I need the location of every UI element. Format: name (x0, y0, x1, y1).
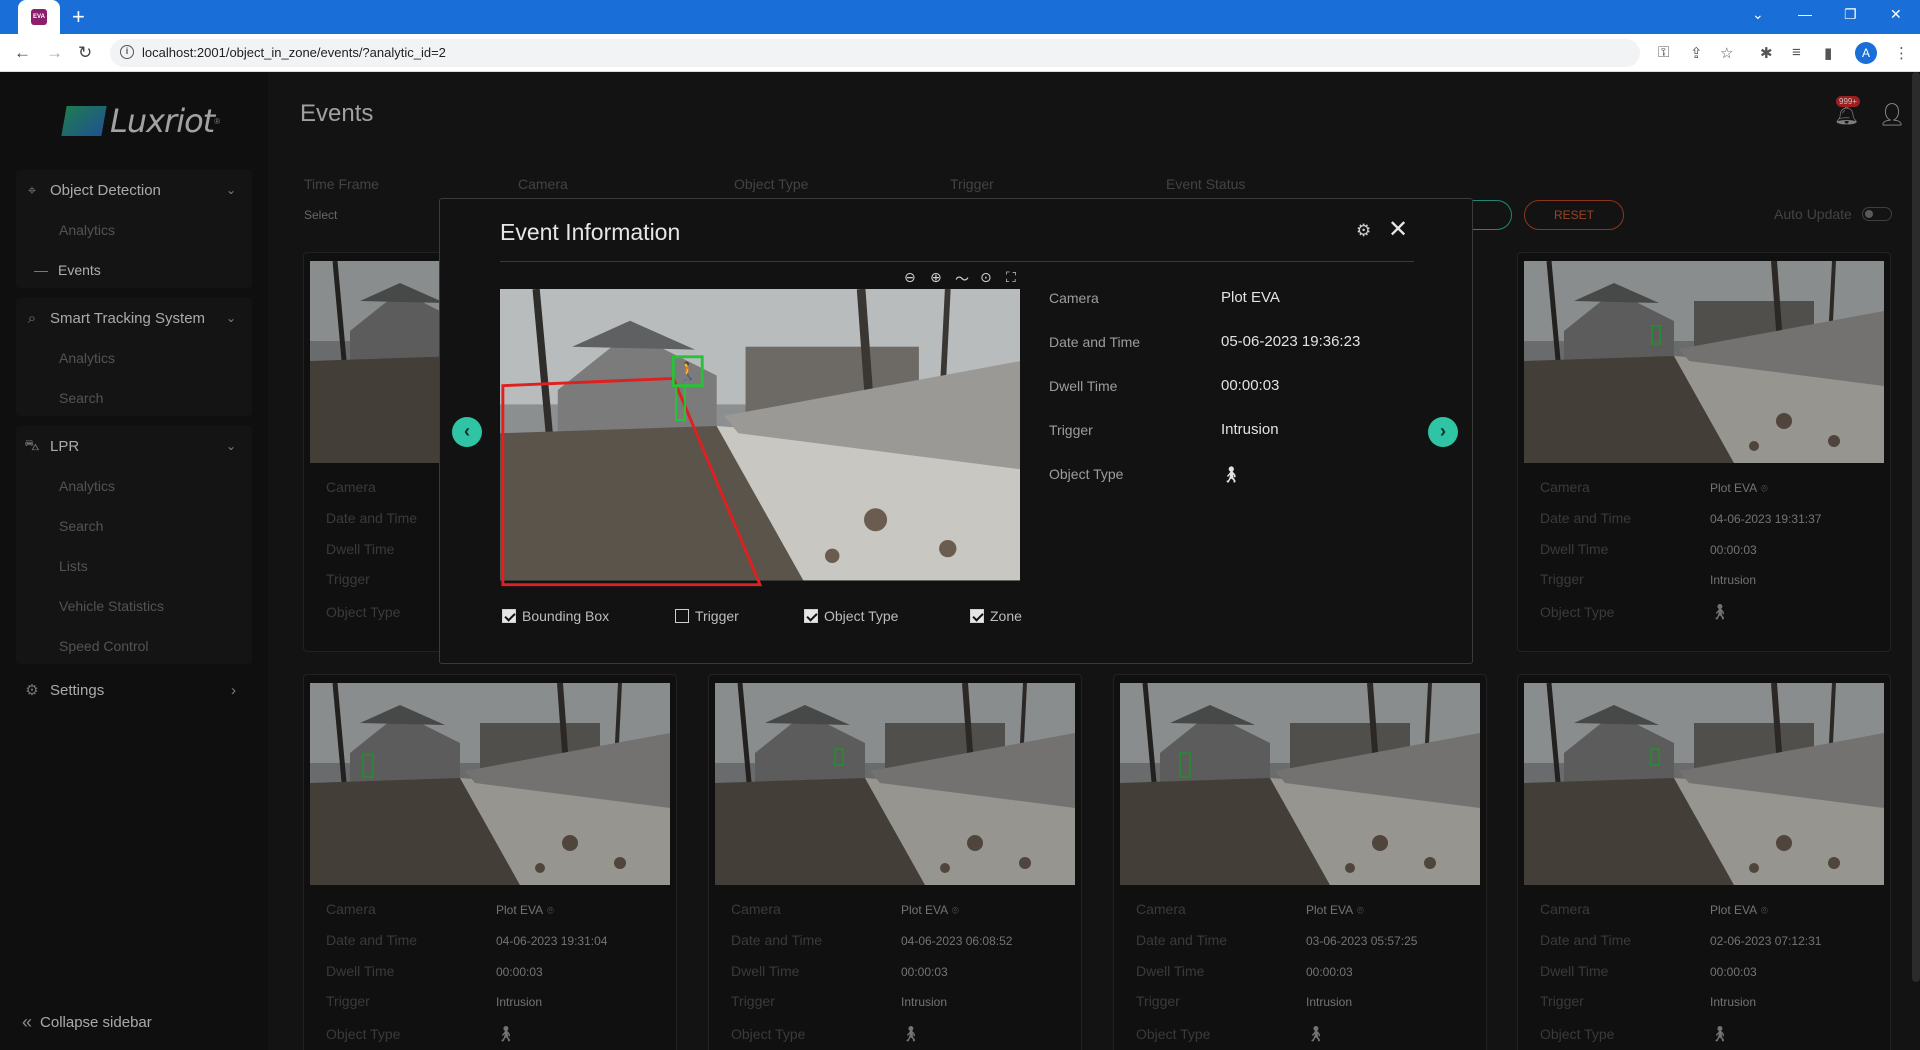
address-bar[interactable]: i localhost:2001/object_in_zone/events/?… (110, 39, 1640, 67)
modal-label-object-type: Object Type (1049, 466, 1124, 482)
new-tab-icon[interactable]: + (72, 5, 85, 29)
event-information-modal: Event Information ⚙ ✕ ⊖ ⊕ 〜 ⊙ ⛶ 🚶 ‹ › Ca… (439, 198, 1473, 664)
previous-event-button[interactable]: ‹ (452, 417, 482, 447)
sidepanel-icon[interactable]: ▮ (1824, 44, 1832, 62)
modal-value-trigger: Intrusion (1221, 421, 1279, 438)
next-event-button[interactable]: › (1428, 417, 1458, 447)
modal-label-trigger: Trigger (1049, 422, 1093, 438)
zoom-in-icon[interactable]: ⊕ (930, 269, 942, 286)
modal-label-datetime: Date and Time (1049, 334, 1141, 350)
object-type-checkbox[interactable]: Object Type (804, 608, 898, 624)
checkbox-unchecked-icon (675, 609, 689, 623)
more-icon[interactable]: ⋮ (1894, 44, 1909, 62)
forward-arrow-icon[interactable]: → (46, 43, 63, 63)
modal-title: Event Information (500, 219, 681, 245)
window-close-icon[interactable]: ✕ (1890, 6, 1902, 23)
modal-label-camera: Camera (1049, 290, 1099, 306)
account-avatar[interactable]: A (1855, 42, 1877, 64)
fullscreen-icon[interactable]: ⛶ (1006, 269, 1016, 286)
minimize-icon[interactable]: — (1798, 6, 1812, 22)
share-icon[interactable]: ⇪ (1690, 44, 1703, 62)
target-icon[interactable]: ⊙ (980, 269, 992, 286)
checkbox-checked-icon (502, 609, 516, 623)
checkbox-label: Zone (990, 608, 1022, 624)
browser-toolbar: ← → ↻ i localhost:2001/object_in_zone/ev… (0, 34, 1920, 72)
media-icon[interactable]: ≡ (1792, 44, 1801, 61)
browser-tab[interactable]: EVA (18, 0, 60, 34)
restore-icon[interactable]: ❐ (1844, 6, 1857, 23)
modal-label-dwell: Dwell Time (1049, 378, 1118, 394)
svg-text:🚶: 🚶 (677, 361, 699, 382)
tab-search-chevron-icon[interactable]: ⌄ (1752, 6, 1764, 23)
checkbox-label: Object Type (824, 608, 899, 624)
trigger-checkbox[interactable]: Trigger (675, 608, 739, 624)
modal-divider (500, 261, 1414, 262)
zoom-out-icon[interactable]: ⊖ (904, 269, 916, 286)
browser-tabbar: EVA + ⌄ — ❐ ✕ (0, 0, 1920, 34)
modal-value-dwell: 00:00:03 (1221, 377, 1280, 394)
reload-icon[interactable]: ↻ (78, 43, 92, 63)
key-icon[interactable]: ⚿ (1658, 44, 1669, 61)
pan-icon[interactable]: 〜 (955, 269, 969, 289)
checkbox-checked-icon (970, 609, 984, 623)
puzzle-icon[interactable]: ✱ (1760, 44, 1773, 62)
url-text: localhost:2001/object_in_zone/events/?an… (142, 45, 446, 60)
bounding-box-checkbox[interactable]: Bounding Box (502, 608, 609, 624)
eva-favicon-icon: EVA (31, 9, 47, 25)
close-icon[interactable]: ✕ (1388, 215, 1408, 244)
modal-value-camera: Plot EVA (1221, 289, 1280, 306)
checkbox-checked-icon (804, 609, 818, 623)
zone-checkbox[interactable]: Zone (970, 608, 1022, 624)
modal-value-datetime: 05-06-2023 19:36:23 (1221, 333, 1361, 350)
info-icon[interactable]: i (120, 45, 134, 59)
person-walking-icon: 🚶︎ (1221, 467, 1242, 484)
gear-icon[interactable]: ⚙ (1356, 221, 1371, 241)
checkbox-label: Bounding Box (522, 608, 610, 624)
checkbox-label: Trigger (695, 608, 739, 624)
back-arrow-icon[interactable]: ← (14, 43, 31, 63)
star-icon[interactable]: ☆ (1720, 44, 1733, 62)
event-snapshot: 🚶 (500, 289, 1020, 587)
